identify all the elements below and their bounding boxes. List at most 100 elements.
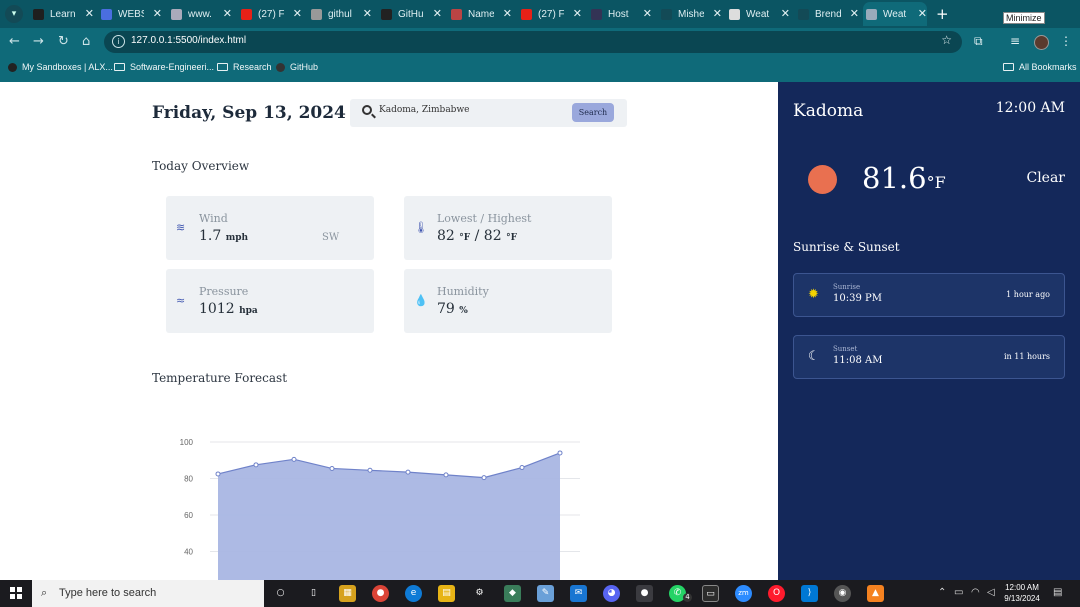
store-icon[interactable]: ▦	[339, 585, 356, 602]
browser-tab[interactable]: githul ✕	[308, 2, 372, 26]
terminal-icon[interactable]: ▭	[702, 585, 719, 602]
vscode-icon[interactable]: ⟩	[801, 585, 818, 602]
bookmarks-bar: My Sandboxes | ALX... Software-Engineeri…	[0, 56, 1080, 82]
close-tab-icon[interactable]: ✕	[850, 7, 859, 20]
tab-title: Weat	[883, 8, 907, 20]
current-date: Friday, Sep 13, 2024	[152, 103, 346, 123]
bookmark-research[interactable]: Research	[217, 62, 272, 72]
file-explorer-icon[interactable]: ▤	[438, 585, 455, 602]
tray-up-icon[interactable]: ⌃	[938, 587, 946, 598]
search-button[interactable]: Search	[572, 103, 614, 122]
site-info-icon[interactable]: i	[112, 35, 125, 48]
reload-icon[interactable]: ↻	[58, 34, 69, 49]
browser-tab[interactable]: Weat ✕	[863, 2, 927, 26]
forecast-point[interactable]	[367, 467, 373, 473]
forecast-point[interactable]	[405, 469, 411, 475]
close-tab-icon[interactable]: ✕	[363, 7, 372, 20]
forward-icon[interactable]: →	[33, 34, 44, 49]
profile-avatar[interactable]	[1034, 35, 1049, 50]
city-name: Kadoma	[793, 101, 864, 121]
close-tab-icon[interactable]: ✕	[643, 7, 652, 20]
opera-icon[interactable]: O	[768, 585, 785, 602]
browser-tab[interactable]: Host ✕	[588, 2, 652, 26]
mail-icon[interactable]: ✉	[570, 585, 587, 602]
wifi-icon[interactable]: ◠	[971, 587, 980, 598]
tab-favicon-icon	[241, 8, 252, 20]
battery-icon[interactable]: ▭	[954, 587, 963, 598]
forecast-point[interactable]	[253, 462, 259, 468]
close-tab-icon[interactable]: ✕	[918, 7, 927, 20]
notepad-icon[interactable]: ✎	[537, 585, 554, 602]
bookmark-label: My Sandboxes | ALX...	[22, 62, 113, 72]
wind-value: 1.7 mph	[199, 228, 248, 244]
menu-icon[interactable]: ⋮	[1060, 34, 1072, 48]
forecast-point[interactable]	[481, 475, 487, 481]
bookmark-star-icon[interactable]: ☆	[941, 33, 952, 47]
forecast-point[interactable]	[557, 450, 563, 456]
browser-tab[interactable]: GitHu ✕	[378, 2, 442, 26]
y-tick-label: 100	[180, 438, 194, 447]
task-view-icon[interactable]: ▯	[305, 585, 322, 602]
home-icon[interactable]: ⌂	[82, 34, 90, 49]
close-tab-icon[interactable]: ✕	[573, 7, 582, 20]
forecast-point[interactable]	[329, 465, 335, 471]
browser-tab[interactable]: Brend ✕	[795, 2, 859, 26]
forecast-point[interactable]	[443, 472, 449, 478]
browser-tab[interactable]: Learn ✕	[30, 2, 94, 26]
back-icon[interactable]: ←	[9, 34, 20, 49]
browser-tab[interactable]: Name ✕	[448, 2, 512, 26]
bookmark-software-engineering[interactable]: Software-Engineeri...	[114, 62, 214, 72]
url-field[interactable]: i 127.0.0.1:5500/index.html ☆	[104, 31, 962, 53]
taskbar-search[interactable]: ⌕ Type here to search	[32, 580, 264, 607]
browser-tab[interactable]: www. ✕	[168, 2, 232, 26]
close-tab-icon[interactable]: ✕	[223, 7, 232, 20]
folder-icon	[217, 63, 228, 71]
bookmark-label: Software-Engineeri...	[130, 62, 215, 72]
media-icon[interactable]: ≡	[1010, 34, 1020, 48]
cortana-icon[interactable]: ○	[272, 585, 289, 602]
tab-search-button[interactable]: ▾	[5, 5, 23, 23]
forecast-point[interactable]	[215, 471, 221, 477]
git-icon[interactable]: ◆	[504, 585, 521, 602]
windows-start-icon[interactable]	[10, 587, 22, 599]
all-bookmarks[interactable]: All Bookmarks	[1003, 62, 1077, 72]
temp-unit: °F	[506, 233, 517, 243]
tab-title: Brend	[815, 8, 841, 20]
browser-tab[interactable]: (27) F ✕	[518, 2, 582, 26]
tab-title: www.	[188, 8, 212, 20]
wind-icon: ≋	[176, 221, 186, 234]
close-tab-icon[interactable]: ✕	[85, 7, 94, 20]
browser-tab[interactable]: Mishe ✕	[658, 2, 722, 26]
close-tab-icon[interactable]: ✕	[503, 7, 512, 20]
browser-tab[interactable]: Weat ✕	[726, 2, 790, 26]
close-tab-icon[interactable]: ✕	[153, 7, 162, 20]
bookmark-github[interactable]: GitHub	[276, 62, 318, 72]
close-tab-icon[interactable]: ✕	[781, 7, 790, 20]
vlc-icon[interactable]: ▲	[867, 585, 884, 602]
chrome-active-icon[interactable]: ●	[636, 585, 653, 602]
forecast-point[interactable]	[291, 456, 297, 462]
chrome-icon[interactable]: ●	[372, 585, 389, 602]
sunrise-sunset-title: Sunrise & Sunset	[793, 240, 900, 254]
new-tab-button[interactable]: +	[936, 5, 949, 23]
extensions-icon[interactable]: ⧉	[974, 34, 983, 49]
notifications-icon[interactable]: ▤	[1053, 587, 1062, 598]
close-tab-icon[interactable]: ✕	[293, 7, 302, 20]
volume-icon[interactable]: ◁	[987, 587, 995, 598]
system-clock[interactable]: 12:00 AM 9/13/2024	[1003, 582, 1041, 604]
settings-icon[interactable]: ⚙	[471, 585, 488, 602]
close-tab-icon[interactable]: ✕	[433, 7, 442, 20]
whatsapp-badge: 4	[683, 593, 692, 602]
media-player-icon[interactable]: ◉	[834, 585, 851, 602]
close-tab-icon[interactable]: ✕	[713, 7, 722, 20]
bookmark-my-sandboxes[interactable]: My Sandboxes | ALX...	[8, 62, 113, 72]
city-search: Search	[350, 99, 627, 127]
browser-tab[interactable]: WEBS ✕	[98, 2, 162, 26]
tab-favicon-icon	[311, 8, 322, 20]
edge-icon[interactable]: e	[405, 585, 422, 602]
forecast-point[interactable]	[519, 465, 525, 471]
zoom-icon[interactable]: zm	[735, 585, 752, 602]
city-search-input[interactable]	[379, 105, 559, 115]
browser-tab[interactable]: (27) F ✕	[238, 2, 302, 26]
discord-icon[interactable]: ◕	[603, 585, 620, 602]
